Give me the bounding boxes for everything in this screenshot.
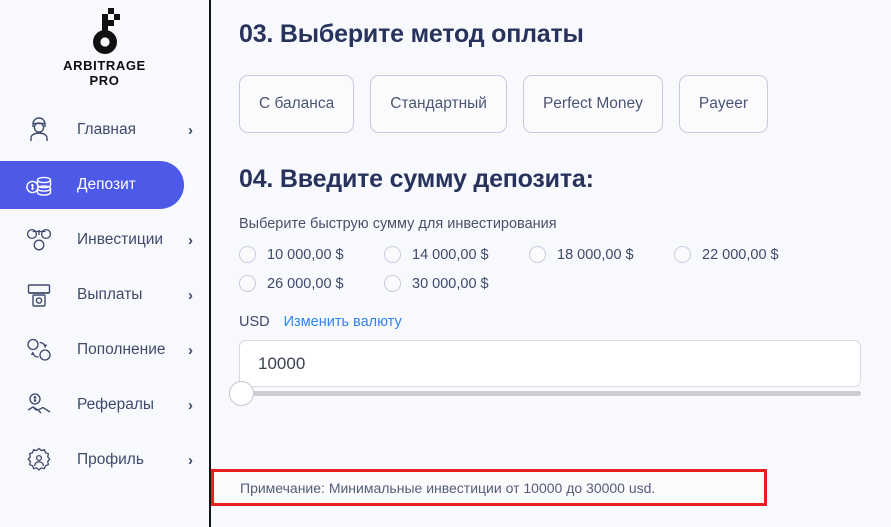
sidebar-item-glavnaya[interactable]: Главная › [0,106,209,154]
chevron-right-icon: › [188,176,193,194]
gear-user-icon [22,443,56,477]
sidebar-item-label: Главная [77,121,136,138]
payment-method-standard[interactable]: Стандартный [370,75,507,133]
quick-amount-label: 10 000,00 $ [267,246,344,263]
chevron-right-icon: › [188,121,193,139]
note-highlight-box: Примечание: Минимальные инвестиции от 10… [211,469,767,506]
quick-amount-options: 10 000,00 $ 14 000,00 $ 18 000,00 $ 22 0… [239,246,819,292]
app-root: ARBITRAGE PRO Главная › Депозит › Инвест… [0,0,891,527]
sidebar-item-vyplaty[interactable]: Выплаты › [0,271,209,319]
chevron-right-icon: › [188,396,193,414]
quick-amount-label: 26 000,00 $ [267,275,344,292]
sidebar-item-label: Инвестиции [77,231,164,248]
section-title-payment-method: 03. Выберите метод оплаты [239,20,584,48]
quick-amount-label: 22 000,00 $ [702,246,779,263]
payment-method-balance[interactable]: С баланса [239,75,355,133]
quick-amount-option-14000[interactable]: 14 000,00 $ [384,246,529,263]
payment-method-label: Стандартный [390,95,487,112]
payment-method-label: Perfect Money [542,95,643,112]
currency-swap-icon [22,333,56,367]
quick-amount-label: 30 000,00 $ [412,275,489,292]
radio-icon[interactable] [239,246,256,263]
currency-code: USD [239,314,270,330]
atm-cash-icon [22,278,56,312]
amount-slider-handle[interactable] [229,381,254,406]
brand-name-line2: PRO [89,73,120,88]
brand-name-line1: ARBITRAGE [63,58,146,73]
sidebar-item-label: Рефералы [77,396,155,413]
quick-amount-option-10000[interactable]: 10 000,00 $ [239,246,384,263]
quick-amount-option-30000[interactable]: 30 000,00 $ [384,275,529,292]
quick-amount-option-18000[interactable]: 18 000,00 $ [529,246,674,263]
sidebar-item-depozit[interactable]: Депозит › [0,161,209,209]
radio-icon[interactable] [674,246,691,263]
amount-slider-track[interactable] [239,391,861,396]
note-text: Примечание: Минимальные инвестиции от 10… [240,479,656,496]
radio-icon[interactable] [384,275,401,292]
sidebar-item-label: Выплаты [77,286,143,303]
sidebar-nav: Главная › Депозит › Инвестиции › Выплаты… [0,106,209,484]
money-scale-icon [22,223,56,257]
radio-icon[interactable] [239,275,256,292]
amount-field-wrapper [229,340,861,406]
sidebar-item-investicii[interactable]: Инвестиции › [0,216,209,264]
payment-method-label: С баланса [259,95,335,112]
quick-amount-hint: Выберите быструю сумму для инвестировани… [239,216,557,232]
payment-method-label: Payeer [698,95,749,112]
sidebar-item-popolnenie[interactable]: Пополнение › [0,326,209,374]
section-title-deposit-amount: 04. Введите сумму депозита: [239,165,594,193]
brand-name: ARBITRAGE PRO [63,58,146,88]
chevron-right-icon: › [188,286,193,304]
radio-icon[interactable] [384,246,401,263]
payment-method-payeer[interactable]: Payeer [678,75,769,133]
quick-amount-option-26000[interactable]: 26 000,00 $ [239,275,384,292]
quick-amount-label: 14 000,00 $ [412,246,489,263]
user-support-icon [22,113,56,147]
sidebar-item-label: Пополнение [77,341,166,358]
sidebar-item-label: Профиль [77,451,144,468]
chevron-right-icon: › [188,341,193,359]
key-icon [92,8,120,54]
payment-method-perfect-money[interactable]: Perfect Money [522,75,663,133]
coins-stack-icon [22,168,56,202]
handshake-coin-icon [22,388,56,422]
sidebar-item-label: Депозит [77,176,136,193]
quick-amount-option-22000[interactable]: 22 000,00 $ [674,246,819,263]
radio-icon[interactable] [529,246,546,263]
payment-method-list: С баланса Стандартный Perfect Money Paye… [239,75,891,133]
quick-amount-label: 18 000,00 $ [557,246,634,263]
deposit-amount-input[interactable] [239,340,861,387]
currency-row: USD Изменить валюту [239,314,891,330]
chevron-right-icon: › [188,451,193,469]
change-currency-link[interactable]: Изменить валюту [284,314,402,330]
sidebar: ARBITRAGE PRO Главная › Депозит › Инвест… [0,0,211,527]
brand-logo[interactable]: ARBITRAGE PRO [0,0,209,88]
sidebar-item-referaly[interactable]: Рефералы › [0,381,209,429]
chevron-right-icon: › [188,231,193,249]
sidebar-item-profil[interactable]: Профиль › [0,436,209,484]
main-content: 03. Выберите метод оплаты С баланса Стан… [211,0,891,527]
